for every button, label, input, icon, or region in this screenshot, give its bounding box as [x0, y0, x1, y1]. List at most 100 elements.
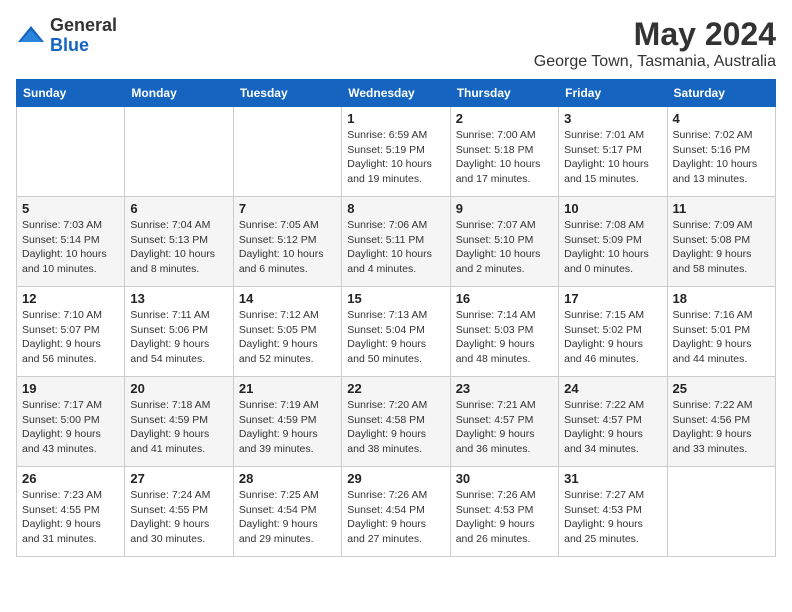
table-row: [233, 107, 341, 197]
cell-info-text: Sunrise: 7:14 AM Sunset: 5:03 PM Dayligh…: [456, 308, 553, 367]
cell-day-number: 6: [130, 201, 227, 216]
week-row-2: 5 Sunrise: 7:03 AM Sunset: 5:14 PM Daylig…: [17, 197, 776, 287]
cell-info-text: Sunrise: 7:22 AM Sunset: 4:57 PM Dayligh…: [564, 398, 661, 457]
cell-day-number: 28: [239, 471, 336, 486]
logo: General Blue: [16, 16, 117, 56]
table-row: [667, 467, 775, 557]
cell-day-number: 3: [564, 111, 661, 126]
cell-day-number: 22: [347, 381, 444, 396]
cell-day-number: 13: [130, 291, 227, 306]
header-monday: Monday: [125, 80, 233, 107]
header-sunday: Sunday: [17, 80, 125, 107]
table-row: 12Sunrise: 7:10 AM Sunset: 5:07 PM Dayli…: [17, 287, 125, 377]
cell-info-text: Sunrise: 7:20 AM Sunset: 4:58 PM Dayligh…: [347, 398, 444, 457]
week-row-3: 12Sunrise: 7:10 AM Sunset: 5:07 PM Dayli…: [17, 287, 776, 377]
table-row: 5 Sunrise: 7:03 AM Sunset: 5:14 PM Daylig…: [17, 197, 125, 287]
cell-info-text: Sunrise: 6:59 AM Sunset: 5:19 PM Dayligh…: [347, 128, 444, 187]
cell-info-text: Sunrise: 7:06 AM Sunset: 5:11 PM Dayligh…: [347, 218, 444, 277]
table-row: [17, 107, 125, 197]
table-row: 8 Sunrise: 7:06 AM Sunset: 5:11 PM Daylig…: [342, 197, 450, 287]
cell-day-number: 9: [456, 201, 553, 216]
cell-day-number: 16: [456, 291, 553, 306]
cell-day-number: 5: [22, 201, 119, 216]
cell-day-number: 23: [456, 381, 553, 396]
cell-info-text: Sunrise: 7:18 AM Sunset: 4:59 PM Dayligh…: [130, 398, 227, 457]
table-row: 17Sunrise: 7:15 AM Sunset: 5:02 PM Dayli…: [559, 287, 667, 377]
table-row: 31 Sunrise: 7:27 AM Sunset: 4:53 PM Dayli…: [559, 467, 667, 557]
table-row: 15Sunrise: 7:13 AM Sunset: 5:04 PM Dayli…: [342, 287, 450, 377]
cell-day-number: 8: [347, 201, 444, 216]
cell-info-text: Sunrise: 7:19 AM Sunset: 4:59 PM Dayligh…: [239, 398, 336, 457]
cell-info-text: Sunrise: 7:26 AM Sunset: 4:53 PM Dayligh…: [456, 488, 553, 547]
cell-info-text: Sunrise: 7:03 AM Sunset: 5:14 PM Dayligh…: [22, 218, 119, 277]
cell-day-number: 19: [22, 381, 119, 396]
cell-info-text: Sunrise: 7:24 AM Sunset: 4:55 PM Dayligh…: [130, 488, 227, 547]
table-row: 28 Sunrise: 7:25 AM Sunset: 4:54 PM Dayli…: [233, 467, 341, 557]
cell-info-text: Sunrise: 7:02 AM Sunset: 5:16 PM Dayligh…: [673, 128, 770, 187]
table-row: 16 Sunrise: 7:14 AM Sunset: 5:03 PM Dayli…: [450, 287, 558, 377]
cell-info-text: Sunrise: 7:16 AM Sunset: 5:01 PM Dayligh…: [673, 308, 770, 367]
table-row: 23 Sunrise: 7:21 AM Sunset: 4:57 PM Dayli…: [450, 377, 558, 467]
cell-info-text: Sunrise: 7:26 AM Sunset: 4:54 PM Dayligh…: [347, 488, 444, 547]
table-row: 19Sunrise: 7:17 AM Sunset: 5:00 PM Dayli…: [17, 377, 125, 467]
cell-day-number: 18: [673, 291, 770, 306]
cell-day-number: 25: [673, 381, 770, 396]
cell-day-number: 4: [673, 111, 770, 126]
cell-info-text: Sunrise: 7:08 AM Sunset: 5:09 PM Dayligh…: [564, 218, 661, 277]
table-row: 6 Sunrise: 7:04 AM Sunset: 5:13 PM Daylig…: [125, 197, 233, 287]
table-row: 27 Sunrise: 7:24 AM Sunset: 4:55 PM Dayli…: [125, 467, 233, 557]
table-row: 7Sunrise: 7:05 AM Sunset: 5:12 PM Daylig…: [233, 197, 341, 287]
table-row: 13Sunrise: 7:11 AM Sunset: 5:06 PM Dayli…: [125, 287, 233, 377]
cell-day-number: 27: [130, 471, 227, 486]
cell-info-text: Sunrise: 7:12 AM Sunset: 5:05 PM Dayligh…: [239, 308, 336, 367]
table-row: 24 Sunrise: 7:22 AM Sunset: 4:57 PM Dayli…: [559, 377, 667, 467]
table-row: 20Sunrise: 7:18 AM Sunset: 4:59 PM Dayli…: [125, 377, 233, 467]
cell-day-number: 31: [564, 471, 661, 486]
logo-blue-text: Blue: [50, 35, 89, 55]
table-row: 14 Sunrise: 7:12 AM Sunset: 5:05 PM Dayli…: [233, 287, 341, 377]
cell-info-text: Sunrise: 7:27 AM Sunset: 4:53 PM Dayligh…: [564, 488, 661, 547]
header-saturday: Saturday: [667, 80, 775, 107]
table-row: 3 Sunrise: 7:01 AM Sunset: 5:17 PM Daylig…: [559, 107, 667, 197]
cell-day-number: 30: [456, 471, 553, 486]
table-row: 18 Sunrise: 7:16 AM Sunset: 5:01 PM Dayli…: [667, 287, 775, 377]
table-row: 26Sunrise: 7:23 AM Sunset: 4:55 PM Dayli…: [17, 467, 125, 557]
table-row: 21 Sunrise: 7:19 AM Sunset: 4:59 PM Dayli…: [233, 377, 341, 467]
header-tuesday: Tuesday: [233, 80, 341, 107]
table-row: 30 Sunrise: 7:26 AM Sunset: 4:53 PM Dayli…: [450, 467, 558, 557]
week-row-1: 1 Sunrise: 6:59 AM Sunset: 5:19 PM Daylig…: [17, 107, 776, 197]
cell-day-number: 2: [456, 111, 553, 126]
cell-day-number: 14: [239, 291, 336, 306]
cell-info-text: Sunrise: 7:25 AM Sunset: 4:54 PM Dayligh…: [239, 488, 336, 547]
logo-general-text: General: [50, 15, 117, 35]
table-row: 11 Sunrise: 7:09 AM Sunset: 5:08 PM Dayli…: [667, 197, 775, 287]
cell-day-number: 21: [239, 381, 336, 396]
cell-day-number: 10: [564, 201, 661, 216]
header-friday: Friday: [559, 80, 667, 107]
cell-info-text: Sunrise: 7:23 AM Sunset: 4:55 PM Dayligh…: [22, 488, 119, 547]
table-row: 2Sunrise: 7:00 AM Sunset: 5:18 PM Daylig…: [450, 107, 558, 197]
table-row: 1 Sunrise: 6:59 AM Sunset: 5:19 PM Daylig…: [342, 107, 450, 197]
cell-day-number: 11: [673, 201, 770, 216]
cell-info-text: Sunrise: 7:10 AM Sunset: 5:07 PM Dayligh…: [22, 308, 119, 367]
table-row: 4 Sunrise: 7:02 AM Sunset: 5:16 PM Daylig…: [667, 107, 775, 197]
cell-info-text: Sunrise: 7:21 AM Sunset: 4:57 PM Dayligh…: [456, 398, 553, 457]
cell-info-text: Sunrise: 7:09 AM Sunset: 5:08 PM Dayligh…: [673, 218, 770, 277]
cell-info-text: Sunrise: 7:22 AM Sunset: 4:56 PM Dayligh…: [673, 398, 770, 457]
cell-day-number: 15: [347, 291, 444, 306]
title-block: May 2024 George Town, Tasmania, Australi…: [534, 16, 776, 71]
table-row: 29Sunrise: 7:26 AM Sunset: 4:54 PM Dayli…: [342, 467, 450, 557]
week-row-5: 26Sunrise: 7:23 AM Sunset: 4:55 PM Dayli…: [17, 467, 776, 557]
calendar-header-row: Sunday Monday Tuesday Wednesday Thursday…: [17, 80, 776, 107]
logo-icon: [16, 24, 46, 48]
cell-info-text: Sunrise: 7:04 AM Sunset: 5:13 PM Dayligh…: [130, 218, 227, 277]
cell-day-number: 7: [239, 201, 336, 216]
cell-day-number: 24: [564, 381, 661, 396]
table-row: 25 Sunrise: 7:22 AM Sunset: 4:56 PM Dayli…: [667, 377, 775, 467]
cell-day-number: 1: [347, 111, 444, 126]
table-row: [125, 107, 233, 197]
cell-day-number: 17: [564, 291, 661, 306]
header-wednesday: Wednesday: [342, 80, 450, 107]
calendar-table: Sunday Monday Tuesday Wednesday Thursday…: [16, 79, 776, 557]
cell-info-text: Sunrise: 7:01 AM Sunset: 5:17 PM Dayligh…: [564, 128, 661, 187]
